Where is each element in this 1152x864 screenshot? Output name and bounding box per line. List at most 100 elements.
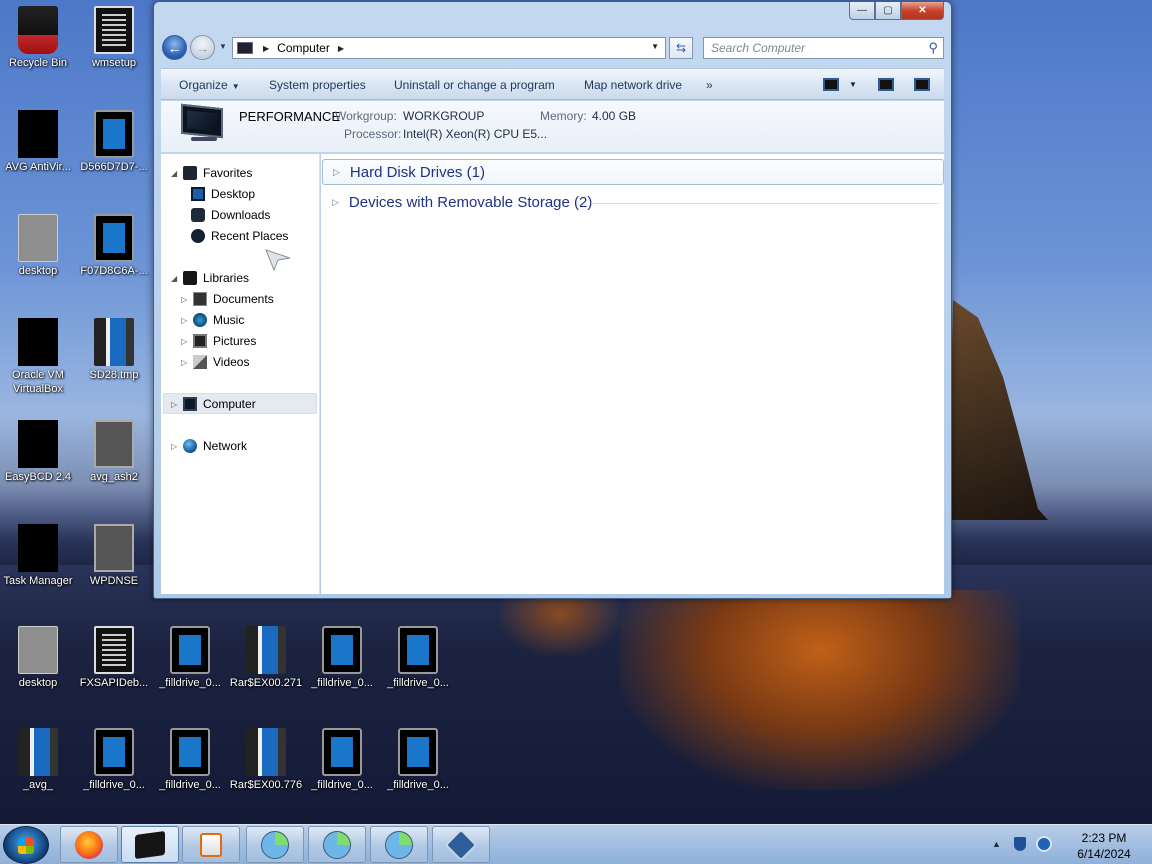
tree-item-favorites[interactable]: ◢ Favorites [171, 163, 252, 183]
desktop-icon-label: SD28.tmp [89, 369, 139, 381]
computer-name: PERFORMANCE [239, 109, 341, 124]
search-icon[interactable]: ⚲ [928, 40, 938, 56]
uninstall-program-button[interactable]: Uninstall or change a program [394, 78, 555, 92]
desktop-icon-d566[interactable]: D566D7D7-... [76, 110, 152, 174]
map-network-drive-button[interactable]: Map network drive [584, 78, 682, 92]
group-header-hard-disk-drives[interactable]: ▷ Hard Disk Drives (1) [322, 159, 944, 185]
desktop-icon-wmsetup[interactable]: wmsetup [76, 6, 152, 70]
desktop-icon-filldrive-5[interactable]: _filldrive_0... [152, 728, 228, 792]
show-hidden-icons-button[interactable]: ▲ [992, 839, 1001, 849]
desktop-icon-desktop[interactable]: desktop [0, 214, 76, 278]
desktop-icon-filldrive-3[interactable]: _filldrive_0... [380, 626, 456, 690]
breadcrumb-separator-icon[interactable]: ▶ [263, 44, 269, 53]
search-input[interactable]: Search Computer ⚲ [703, 37, 944, 59]
expand-icon[interactable]: ▷ [181, 316, 191, 325]
organize-label: Organize [179, 78, 228, 92]
start-button[interactable] [3, 826, 49, 864]
recent-pages-dropdown[interactable]: ▼ [219, 42, 227, 51]
desktop-icon-filldrive-2[interactable]: _filldrive_0... [304, 626, 380, 690]
expand-icon[interactable]: ▷ [181, 358, 191, 367]
desktop-icon-filldrive-7[interactable]: _filldrive_0... [380, 728, 456, 792]
taskbar-app-3[interactable] [370, 826, 428, 863]
desktop-icon-rarex-271[interactable]: Rar$EX00.271 [228, 626, 304, 690]
tree-item-desktop[interactable]: Desktop [191, 184, 255, 204]
taskbar-explorer[interactable] [121, 826, 179, 863]
collapse-icon[interactable]: ◢ [171, 274, 181, 283]
desktop-icon-sd28[interactable]: SD28.tmp [76, 318, 152, 382]
easybcd-icon [18, 420, 58, 468]
address-bar[interactable]: ▶ Computer ▶ ▼ [232, 37, 666, 59]
desktop-icon-label: D566D7D7-... [80, 161, 148, 173]
network-status-icon[interactable] [1036, 836, 1052, 852]
content-pane: ▷ Hard Disk Drives (1) ▷ Devices with Re… [321, 154, 944, 594]
organize-button[interactable]: Organize ▼ [179, 78, 240, 92]
desktop-icon-fxsapideb[interactable]: FXSAPIDeb... [76, 626, 152, 690]
desktop-icon-filldrive-1[interactable]: _filldrive_0... [152, 626, 228, 690]
file-icon [398, 626, 438, 674]
taskbar-media-player[interactable] [182, 826, 240, 863]
desktop-icon-label: desktop [18, 265, 58, 277]
desktop-icon-label: _filldrive_0... [159, 779, 221, 791]
desktop-icon-easybcd[interactable]: EasyBCD 2.4 [0, 420, 76, 484]
desktop-icon-filldrive-4[interactable]: _filldrive_0... [76, 728, 152, 792]
collapse-icon[interactable]: ◢ [171, 169, 181, 178]
clock[interactable]: 2:23 PM 6/14/2024 [1064, 830, 1144, 862]
forward-button[interactable]: → [190, 35, 215, 60]
expand-icon[interactable]: ▷ [171, 400, 181, 409]
desktop-icon [191, 187, 205, 201]
tree-label: Downloads [211, 208, 271, 222]
desktop-icon-f07d[interactable]: F07D8C6A-... [76, 214, 152, 278]
refresh-button[interactable]: ⇆ [669, 37, 693, 59]
document-icon [94, 6, 134, 54]
maximize-button[interactable]: ▢ [875, 2, 901, 20]
security-shield-icon[interactable] [1014, 837, 1026, 851]
view-options-dropdown[interactable]: ▼ [849, 80, 857, 89]
help-icon[interactable] [914, 78, 930, 91]
tree-item-libraries[interactable]: ◢ Libraries [171, 268, 249, 288]
folder-icon [246, 626, 286, 674]
tree-item-videos[interactable]: ▷ Videos [181, 352, 249, 372]
taskbar-app-2[interactable] [308, 826, 366, 863]
tree-item-music[interactable]: ▷ Music [181, 310, 244, 330]
taskbar-firefox[interactable] [60, 826, 118, 863]
desktop-icon-avg-folder[interactable]: _avg_ [0, 728, 76, 792]
tree-item-downloads[interactable]: Downloads [191, 205, 270, 225]
change-view-icon[interactable] [823, 78, 839, 91]
group-label: Devices with Removable Storage (2) [348, 193, 593, 211]
expand-icon[interactable]: ▷ [181, 295, 191, 304]
system-properties-button[interactable]: System properties [269, 78, 366, 92]
address-dropdown-icon[interactable]: ▼ [651, 42, 659, 51]
back-button[interactable]: ← [162, 35, 187, 60]
tree-item-computer[interactable]: ▷ Computer [171, 394, 256, 414]
file-icon [398, 728, 438, 776]
disc-app-icon [385, 830, 413, 859]
tree-item-documents[interactable]: ▷ Documents [181, 289, 274, 309]
tree-item-pictures[interactable]: ▷ Pictures [181, 331, 256, 351]
desktop-icon-recycle-bin[interactable]: Recycle Bin [0, 6, 76, 70]
desktop-icon-rarex-776[interactable]: Rar$EX00.776 [228, 728, 304, 792]
file-icon [94, 318, 134, 366]
close-button[interactable]: ✕ [901, 2, 944, 20]
preview-pane-icon[interactable] [878, 78, 894, 91]
tree-item-network[interactable]: ▷ Network [171, 436, 247, 456]
more-commands-button[interactable]: » [706, 78, 713, 92]
desktop-icon-task-manager[interactable]: Task Manager [0, 524, 76, 588]
desktop-icon-desktop-2[interactable]: desktop [0, 626, 76, 690]
desktop-icon-avg[interactable]: AVG AntiVir... [0, 110, 76, 174]
breadcrumb-computer[interactable]: Computer [277, 41, 330, 55]
desktop-icon-label: _filldrive_0... [311, 779, 373, 791]
wallpaper-reflection-small [500, 595, 620, 655]
expand-icon[interactable]: ▷ [181, 337, 191, 346]
breadcrumb-separator-icon[interactable]: ▶ [338, 44, 344, 53]
desktop-icon-avg-ash2[interactable]: avg_ash2 [76, 420, 152, 484]
taskbar-virtualbox[interactable] [432, 826, 490, 863]
desktop-icon-virtualbox[interactable]: Oracle VM VirtualBox [0, 318, 76, 396]
wallpaper-reflection [620, 590, 1020, 790]
expand-icon[interactable]: ▷ [171, 442, 181, 451]
minimize-button[interactable]: — [849, 2, 875, 20]
tree-item-recent-places[interactable]: Recent Places [191, 226, 288, 246]
taskbar-app-1[interactable] [246, 826, 304, 863]
group-header-removable-storage[interactable]: ▷ Devices with Removable Storage (2) [322, 189, 944, 215]
desktop-icon-filldrive-6[interactable]: _filldrive_0... [304, 728, 380, 792]
desktop-icon-wpdnse[interactable]: WPDNSE [76, 524, 152, 588]
